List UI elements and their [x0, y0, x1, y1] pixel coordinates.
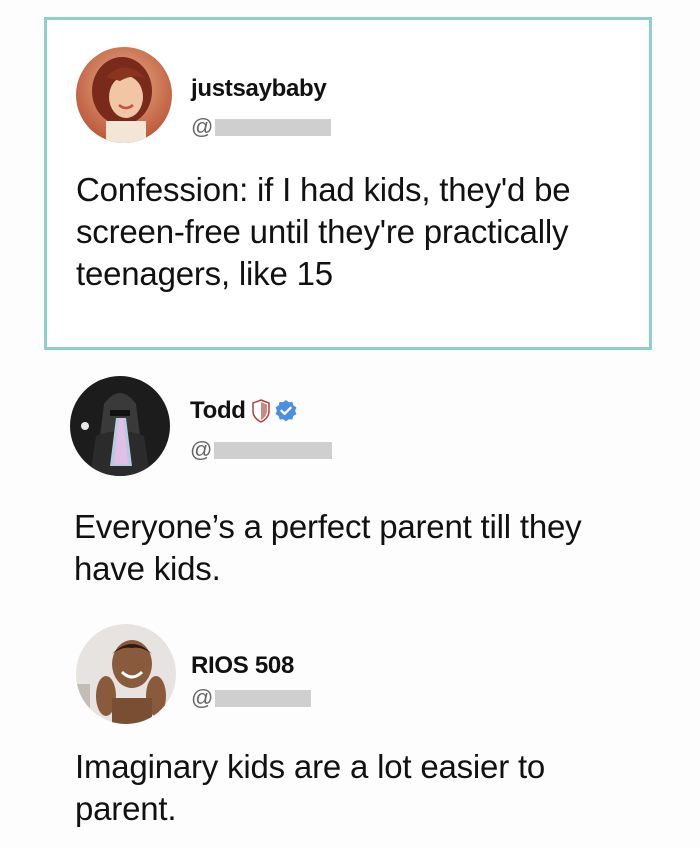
user-name-row: Todd	[190, 397, 298, 425]
user-handle[interactable]: @	[190, 437, 333, 463]
post-text: Imaginary kids are a lot easier to paren…	[75, 748, 546, 827]
verified-badge-icon	[275, 400, 297, 422]
user-name[interactable]: RIOS 508	[191, 652, 294, 680]
user-handle[interactable]: @	[191, 685, 312, 711]
handle-at-symbol: @	[191, 114, 214, 139]
avatar[interactable]	[76, 624, 176, 724]
screenshot-collage: justsaybaby @ Confession: if I had kids,…	[0, 0, 700, 848]
user-handle[interactable]: @	[191, 114, 332, 140]
user-name[interactable]: justsaybaby	[191, 75, 327, 103]
handle-at-symbol: @	[191, 685, 214, 710]
post-text: Everyone’s a perfect parent till they ha…	[74, 508, 582, 587]
avatar[interactable]	[76, 47, 172, 143]
post-text: Confession: if I had kids, they'd be scr…	[76, 171, 571, 292]
avatar-darth-vader-icon	[70, 376, 170, 476]
redacted-handle	[214, 441, 333, 459]
avatar-photo-icon	[76, 624, 176, 724]
redacted-handle	[215, 118, 332, 136]
avatar-photo-icon	[76, 47, 172, 143]
handle-at-symbol: @	[190, 437, 213, 462]
avatar[interactable]	[70, 376, 170, 476]
shield-icon	[251, 399, 270, 423]
post-justsaybaby: justsaybaby @ Confession: if I had kids,…	[44, 17, 652, 350]
redacted-handle	[215, 689, 312, 707]
badges	[251, 399, 298, 423]
user-name[interactable]: Todd	[190, 397, 246, 425]
